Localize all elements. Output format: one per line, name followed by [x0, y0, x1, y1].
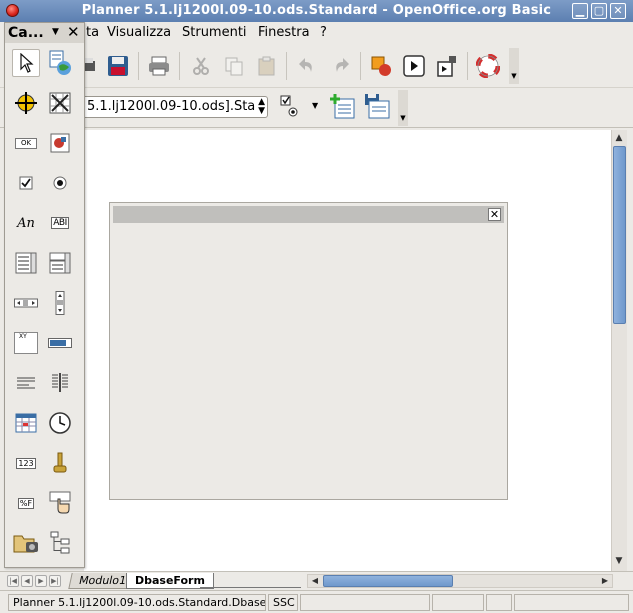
redo-icon[interactable] [328, 53, 354, 79]
status-mode: SSC [268, 594, 298, 611]
first-tab-icon[interactable]: |◀ [7, 575, 19, 587]
controls-toolbox: Ca... ▼ ✕ OK An ABI XY 123 %F [4, 22, 85, 568]
menu-item-help[interactable]: ? [320, 25, 327, 40]
tree-control-icon[interactable] [46, 529, 74, 557]
designed-dialog[interactable]: ✕ [109, 202, 508, 500]
menu-item-finestra[interactable]: Finestra [258, 25, 310, 40]
label-pct: %F [17, 497, 35, 509]
maximize-icon[interactable]: ▢ [591, 3, 607, 19]
button-control-icon[interactable]: OK [12, 129, 40, 157]
print-icon[interactable] [146, 53, 172, 79]
help-lifebuoy-icon[interactable] [475, 53, 501, 79]
status-field-empty-3 [486, 594, 512, 611]
triangle-down-icon[interactable]: ▼ [52, 27, 59, 37]
combo-box-icon[interactable] [46, 249, 74, 277]
checkbox-control-icon[interactable] [12, 169, 40, 197]
scroll-down-icon[interactable]: ▼ [612, 554, 626, 568]
horizontal-scrollbar[interactable]: ◀ ▶ [307, 574, 613, 588]
toolbox-header[interactable]: Ca... ▼ ✕ [5, 23, 84, 43]
design-mode-icon[interactable] [12, 89, 40, 117]
module-tabs-bar: |◀ ◀ ▶ ▶| Modulo1 DbaseForm ◀ ▶ [0, 571, 633, 589]
toolbox-close-icon[interactable]: ✕ [67, 23, 80, 41]
horizontal-scrollbar-control-icon[interactable] [12, 289, 40, 317]
status-field-empty-2 [432, 594, 484, 611]
numeric-field-icon[interactable]: 123 [12, 449, 40, 477]
button-label-ok: OK [15, 137, 37, 149]
last-tab-icon[interactable]: ▶| [49, 575, 61, 587]
window-title: Planner 5.1.lj1200l.09-10.ods.Standard -… [81, 3, 552, 18]
minimize-icon[interactable]: ▁ [572, 3, 588, 19]
horizontal-scroll-thumb[interactable] [323, 575, 453, 587]
select-arrow-icon[interactable] [12, 49, 40, 77]
vertical-scrollbar-control-icon[interactable] [46, 289, 74, 317]
grid-toggle-icon[interactable] [46, 89, 74, 117]
menu-item-strumenti[interactable]: Strumenti [182, 25, 247, 40]
title-bar: Planner 5.1.lj1200l.09-10.ods.Standard -… [0, 0, 633, 22]
status-field-empty-4 [514, 594, 629, 611]
module-select-value: 5.1.lj1200l.09-10.ods].Sta [87, 99, 256, 114]
progress-bar-icon[interactable] [46, 329, 74, 357]
scroll-right-icon[interactable]: ▶ [598, 574, 612, 588]
spin-updown-icon[interactable]: ▲ ▼ [258, 98, 265, 116]
group-box-icon[interactable]: XY [12, 329, 40, 357]
form-wizard-icon[interactable] [46, 49, 74, 77]
standard-toolbar: ▼ [0, 44, 633, 88]
scroll-up-icon[interactable]: ▲ [612, 131, 626, 145]
date-field-icon[interactable] [12, 409, 40, 437]
dialog-close-icon[interactable]: ✕ [488, 208, 501, 221]
label-an: An [17, 215, 35, 231]
pattern-field-icon[interactable] [46, 489, 74, 517]
list-box-icon[interactable] [12, 249, 40, 277]
vertical-scrollbar[interactable]: ▲ ▼ [611, 130, 627, 571]
save-basic-icon[interactable] [364, 93, 390, 119]
insert-module-icon[interactable] [330, 93, 356, 119]
scroll-left-icon[interactable]: ◀ [308, 574, 322, 588]
module-select[interactable]: 5.1.lj1200l.09-10.ods].Sta ▲ ▼ [82, 96, 268, 118]
status-bar: Planner 5.1.lj1200l.09-10.ods.Standard.D… [0, 590, 633, 613]
toolbox-title: Ca... [8, 25, 44, 41]
image-control-icon[interactable] [46, 129, 74, 157]
dialog-titlebar: ✕ [113, 206, 504, 223]
radio-button-icon[interactable] [46, 169, 74, 197]
save-icon[interactable] [105, 53, 131, 79]
time-field-icon[interactable] [46, 409, 74, 437]
status-path: Planner 5.1.lj1200l.09-10.ods.Standard.D… [8, 594, 266, 611]
file-selection-icon[interactable] [12, 529, 40, 557]
menu-bar: ta Visualizza Strumenti Finestra ? [0, 22, 633, 44]
close-icon[interactable]: ✕ [610, 3, 626, 19]
paste-icon[interactable] [254, 53, 280, 79]
menu-item-modifica[interactable]: ta [86, 25, 99, 40]
undo-icon[interactable] [294, 53, 320, 79]
label-123: 123 [16, 457, 36, 469]
vertical-line-icon[interactable] [46, 369, 74, 397]
toolbar-overflow-chevron-icon[interactable]: ▼ [509, 48, 519, 84]
label-ab: ABI [51, 217, 69, 229]
menu-item-visualizza[interactable]: Visualizza [107, 25, 171, 40]
controls-toggle-icon[interactable] [279, 94, 303, 120]
vertical-scroll-thumb[interactable] [613, 146, 626, 324]
controls-dropdown-icon[interactable]: ▼ [312, 101, 318, 110]
next-tab-icon[interactable]: ▶ [35, 575, 47, 587]
cut-icon[interactable] [188, 53, 214, 79]
toolbar2-overflow-chevron-icon[interactable]: ▼ [398, 90, 408, 126]
status-field-empty-1 [300, 594, 430, 611]
label-field-icon[interactable]: An [12, 209, 40, 237]
currency-field-icon[interactable] [46, 449, 74, 477]
formatted-field-icon[interactable]: %F [12, 489, 40, 517]
horizontal-line-icon[interactable] [12, 369, 40, 397]
prev-tab-icon[interactable]: ◀ [21, 575, 33, 587]
text-box-icon[interactable]: ABI [46, 209, 74, 237]
label-xy: XY [14, 332, 38, 354]
run-basic-icon[interactable] [401, 53, 427, 79]
select-macro-icon[interactable] [434, 53, 460, 79]
copy-icon[interactable] [221, 53, 247, 79]
insert-object-icon[interactable] [368, 53, 394, 79]
